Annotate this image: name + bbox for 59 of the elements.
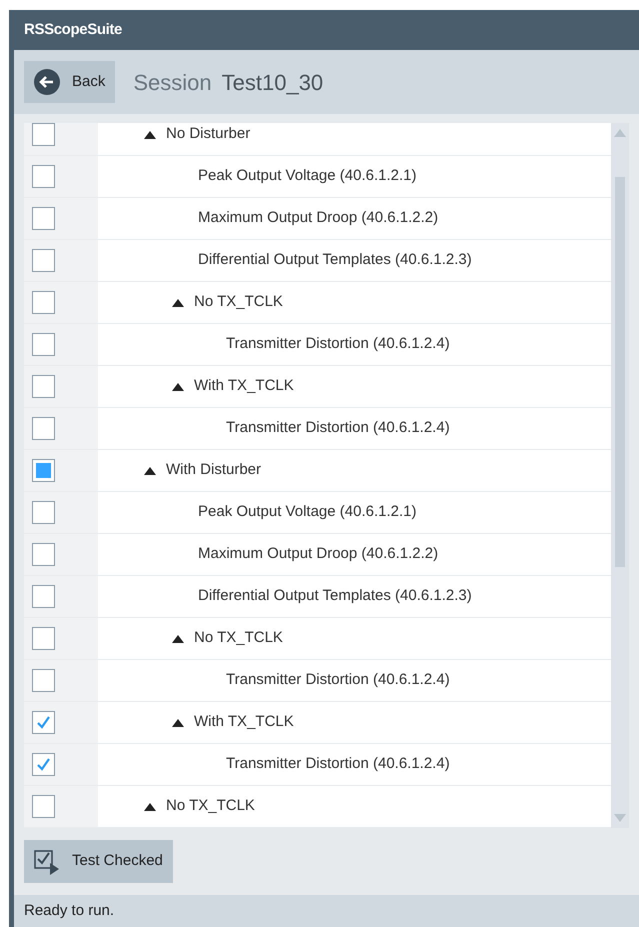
expanded-triangle-icon[interactable] bbox=[144, 466, 156, 475]
session-name: Test10_30 bbox=[222, 68, 324, 96]
checkbox[interactable] bbox=[32, 207, 55, 230]
window-title: RSScopeSuite bbox=[24, 20, 122, 40]
test-item-label[interactable]: Transmitter Distortion (40.6.1.2.4) bbox=[226, 753, 450, 776]
test-item-label[interactable]: Peak Output Voltage (40.6.1.2.1) bbox=[198, 165, 416, 188]
checkbox[interactable] bbox=[32, 753, 55, 776]
test-item-label[interactable]: Maximum Output Droop (40.6.1.2.2) bbox=[198, 207, 438, 230]
tree-node[interactable]: No TX_TCLK bbox=[172, 291, 283, 314]
checkbox[interactable] bbox=[32, 333, 55, 356]
tree-node[interactable]: No TX_TCLK bbox=[144, 795, 255, 818]
test-item-label[interactable]: Maximum Output Droop (40.6.1.2.2) bbox=[198, 543, 438, 566]
checkbox[interactable] bbox=[32, 795, 55, 818]
checkbox[interactable] bbox=[32, 627, 55, 650]
checkbox[interactable] bbox=[32, 417, 55, 440]
checkbox[interactable] bbox=[32, 291, 55, 314]
checkbox[interactable] bbox=[32, 543, 55, 566]
test-item-label[interactable]: Transmitter Distortion (40.6.1.2.4) bbox=[226, 333, 450, 356]
tree-node-label: No TX_TCLK bbox=[194, 628, 283, 648]
test-checked-button[interactable]: Test Checked bbox=[24, 840, 173, 883]
tree-node-label: With TX_TCLK bbox=[194, 376, 294, 396]
checkmark-icon bbox=[35, 714, 52, 731]
status-text: Ready to run. bbox=[24, 900, 114, 921]
tree-node-label: No TX_TCLK bbox=[166, 796, 255, 816]
test-item-label[interactable]: Transmitter Distortion (40.6.1.2.4) bbox=[226, 669, 450, 692]
tree-node[interactable]: No TX_TCLK bbox=[172, 627, 283, 650]
expanded-triangle-icon[interactable] bbox=[144, 130, 156, 139]
test-item-label[interactable]: Differential Output Templates (40.6.1.2.3) bbox=[198, 585, 472, 608]
expanded-triangle-icon[interactable] bbox=[144, 802, 156, 811]
test-item-label[interactable]: Differential Output Templates (40.6.1.2.3) bbox=[198, 249, 472, 272]
expanded-triangle-icon[interactable] bbox=[172, 718, 184, 727]
checkbox[interactable] bbox=[32, 711, 55, 734]
checkbox[interactable] bbox=[32, 669, 55, 692]
checked-play-icon bbox=[34, 848, 60, 874]
back-button[interactable]: Back bbox=[24, 61, 116, 103]
checkbox[interactable] bbox=[32, 459, 55, 482]
checkbox[interactable] bbox=[32, 501, 55, 524]
tree-node-label: With Disturber bbox=[166, 460, 262, 480]
checkmark-icon bbox=[35, 756, 52, 773]
scrollbar[interactable] bbox=[611, 123, 629, 828]
checkbox[interactable] bbox=[32, 123, 55, 146]
expanded-triangle-icon[interactable] bbox=[172, 382, 184, 391]
tree-node[interactable]: No Disturber bbox=[144, 123, 250, 146]
expanded-triangle-icon[interactable] bbox=[172, 298, 184, 307]
test-item-label[interactable]: Peak Output Voltage (40.6.1.2.1) bbox=[198, 501, 416, 524]
tree-node[interactable]: With TX_TCLK bbox=[172, 711, 294, 734]
tree-node[interactable]: With TX_TCLK bbox=[172, 375, 294, 398]
tree-node-label: No TX_TCLK bbox=[194, 292, 283, 312]
session-label: Session bbox=[133, 68, 212, 96]
tree-node-label: No Disturber bbox=[166, 124, 250, 144]
checkbox[interactable] bbox=[32, 375, 55, 398]
expanded-triangle-icon[interactable] bbox=[172, 634, 184, 643]
checkbox[interactable] bbox=[32, 249, 55, 272]
tree-node-label: With TX_TCLK bbox=[194, 712, 294, 732]
test-item-label[interactable]: Transmitter Distortion (40.6.1.2.4) bbox=[226, 417, 450, 440]
checkbox[interactable] bbox=[32, 165, 55, 188]
tree-node[interactable]: With Disturber bbox=[144, 459, 262, 482]
checkbox[interactable] bbox=[32, 585, 55, 608]
scrollbar-thumb[interactable] bbox=[615, 177, 625, 567]
